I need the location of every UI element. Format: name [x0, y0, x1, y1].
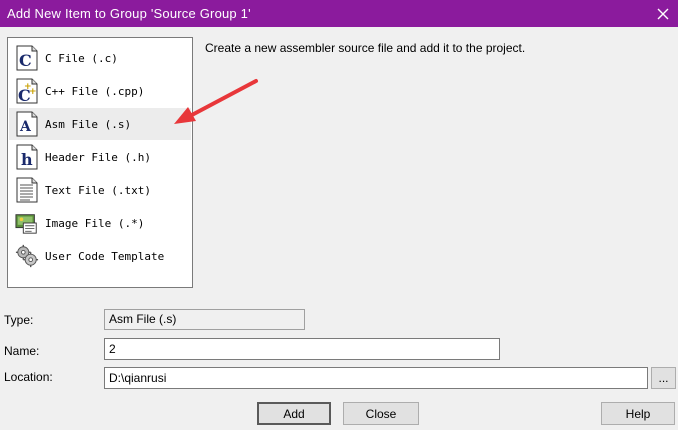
add-new-item-dialog: Add New Item to Group 'Source Group 1' C…: [0, 0, 678, 430]
file-type-label: Asm File (.s): [45, 117, 132, 131]
name-label: Name:: [4, 344, 40, 358]
header-file-icon: h: [15, 144, 39, 170]
svg-text:+: +: [29, 87, 37, 97]
svg-text:h: h: [21, 150, 33, 169]
annotation-arrow: [174, 79, 258, 124]
file-type-label: C++ File (.cpp): [45, 84, 145, 98]
file-type-label: User Code Template: [45, 249, 165, 263]
svg-text:A: A: [19, 119, 32, 135]
file-type-cpp[interactable]: C + + C++ File (.cpp): [9, 75, 191, 107]
svg-text:C: C: [19, 51, 32, 70]
location-label: Location:: [4, 370, 53, 384]
type-label: Type:: [4, 313, 34, 327]
file-type-label: C File (.c): [45, 51, 118, 65]
image-file-icon: [15, 210, 39, 236]
file-type-label: Text File (.txt): [45, 183, 151, 197]
file-type-user-code-template[interactable]: User Code Template: [9, 240, 191, 272]
file-type-text[interactable]: Text File (.txt): [9, 174, 191, 206]
window-title: Add New Item to Group 'Source Group 1': [7, 6, 251, 21]
file-type-asm[interactable]: A Asm File (.s): [9, 108, 191, 140]
file-type-image[interactable]: Image File (.*): [9, 207, 191, 239]
file-type-c[interactable]: C C File (.c): [9, 42, 191, 74]
cpp-file-icon: C + +: [15, 78, 39, 104]
file-type-list[interactable]: C C File (.c) C + + C++ File (.cpp) A As…: [7, 37, 193, 288]
help-button[interactable]: Help: [601, 402, 675, 425]
asm-file-icon: A: [15, 111, 39, 137]
browse-button[interactable]: ...: [651, 367, 676, 389]
file-type-description: Create a new assembler source file and a…: [205, 41, 526, 55]
close-icon: [657, 8, 669, 19]
close-button[interactable]: Close: [343, 402, 419, 425]
file-type-label: Header File (.h): [45, 150, 151, 164]
type-field: Asm File (.s): [104, 309, 305, 330]
c-file-icon: C: [15, 45, 39, 71]
file-type-label: Image File (.*): [45, 216, 145, 230]
title-bar[interactable]: Add New Item to Group 'Source Group 1': [0, 0, 678, 27]
file-type-header[interactable]: h Header File (.h): [9, 141, 191, 173]
close-window-button[interactable]: [648, 0, 678, 27]
location-input[interactable]: [104, 367, 648, 389]
text-file-icon: [15, 177, 39, 203]
add-button[interactable]: Add: [257, 402, 331, 425]
name-input[interactable]: [104, 338, 500, 360]
user-code-template-icon: [15, 243, 39, 269]
